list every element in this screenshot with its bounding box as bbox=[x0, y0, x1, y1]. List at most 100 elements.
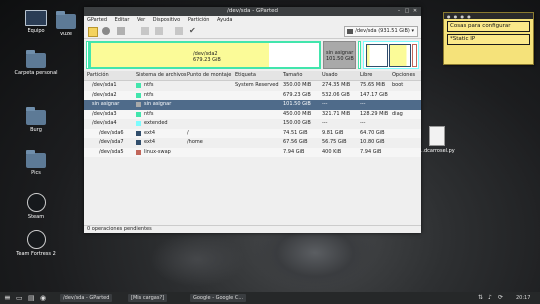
cell-partition: /dev/sda3 bbox=[92, 110, 117, 117]
folder-icon bbox=[56, 11, 76, 29]
volume-icon[interactable]: ♪ bbox=[488, 292, 492, 304]
cell-mountpoint: / bbox=[187, 129, 189, 136]
column-header-mountpoint[interactable]: Punto de montaje bbox=[187, 71, 231, 80]
filesystem-color-swatch bbox=[136, 121, 141, 127]
note-item[interactable]: *Static IP bbox=[447, 34, 530, 45]
map-segment-sda3[interactable] bbox=[358, 41, 361, 69]
apply-icon[interactable]: ✔ bbox=[189, 27, 197, 35]
map-segment-size: 679.23 GiB bbox=[193, 57, 221, 63]
note-item[interactable]: Cosas para configurar bbox=[447, 21, 530, 32]
steam-icon bbox=[26, 193, 46, 212]
taskbar-item-label: [Mis cargas?] bbox=[131, 295, 165, 301]
cell-size: 7.94 GiB bbox=[283, 148, 305, 155]
taskbar-item-downloads[interactable]: [Mis cargas?] bbox=[128, 294, 168, 302]
maximize-icon[interactable]: □ bbox=[403, 7, 411, 16]
new-partition-icon[interactable] bbox=[88, 27, 98, 37]
undo-icon[interactable] bbox=[175, 27, 183, 35]
cell-used: 532.06 GiB bbox=[322, 91, 350, 98]
taskbar-item-label: /dev/sda - GParted bbox=[63, 295, 110, 301]
menu-edit[interactable]: Editar bbox=[115, 17, 130, 23]
desktop-icon-home-folder[interactable]: Carpeta personal bbox=[10, 50, 62, 76]
cell-size: 101.50 GiB bbox=[283, 101, 311, 107]
taskbar: ≡ ▭ ▤ ◉ /dev/sda - GParted [Mis cargas?]… bbox=[0, 292, 540, 304]
minimize-icon[interactable]: – bbox=[395, 7, 403, 16]
filesystem-color-swatch bbox=[136, 111, 141, 117]
menu-partition[interactable]: Partición bbox=[188, 17, 210, 23]
cell-filesystem: ext4 bbox=[144, 139, 156, 145]
table-row[interactable]: /dev/sda3 ntfs 450.00 MiB 321.71 MiB 128… bbox=[84, 109, 421, 119]
desktop-icon-pics[interactable]: Pics bbox=[10, 150, 62, 176]
grip-icon: ● ● ● ● bbox=[447, 14, 472, 19]
cell-partition: /dev/sda5 bbox=[99, 148, 124, 155]
filesystem-color-swatch bbox=[136, 92, 141, 98]
taskbar-item-gparted[interactable]: /dev/sda - GParted bbox=[60, 294, 113, 302]
folder-icon bbox=[26, 150, 46, 168]
menu-view[interactable]: Ver bbox=[137, 17, 145, 23]
paste-icon[interactable] bbox=[155, 27, 163, 35]
window-title: /dev/sda - GParted bbox=[226, 8, 279, 14]
map-segment-sda7[interactable] bbox=[389, 44, 411, 67]
column-header-size[interactable]: Tamaño bbox=[283, 71, 302, 80]
folder-icon bbox=[26, 50, 46, 68]
resize-icon[interactable] bbox=[117, 27, 125, 35]
toolbar: ✔ /dev/sda (931.51 GiB) ▾ bbox=[84, 24, 421, 39]
sticky-note-titlebar[interactable]: ● ● ● ● bbox=[444, 13, 533, 19]
column-header-filesystem[interactable]: Sistema de archivos bbox=[136, 71, 187, 80]
column-header-used[interactable]: Usado bbox=[322, 71, 338, 80]
network-icon[interactable]: ⇅ bbox=[478, 292, 483, 304]
device-selector[interactable]: /dev/sda (931.51 GiB) ▾ bbox=[344, 26, 418, 37]
menu-gparted[interactable]: GParted bbox=[87, 17, 107, 23]
sticky-note-widget[interactable]: ● ● ● ● Cosas para configurar *Static IP bbox=[443, 12, 534, 65]
window-titlebar[interactable]: /dev/sda - GParted – □ ✕ bbox=[84, 7, 421, 16]
map-segment-sda2[interactable]: /dev/sda2 679.23 GiB bbox=[89, 41, 321, 69]
table-row[interactable]: /dev/sda7 ext4 /home 67.56 GiB 56.75 GiB… bbox=[84, 138, 421, 148]
table-row[interactable]: /dev/sda4 extended 150.00 GiB --- --- bbox=[84, 119, 421, 129]
menu-help[interactable]: Ayuda bbox=[217, 17, 232, 23]
show-desktop-icon[interactable]: ▭ bbox=[16, 292, 23, 304]
cell-free: --- bbox=[360, 120, 366, 126]
partition-map: /dev/sda2 679.23 GiB sin asignar 101.50 … bbox=[86, 41, 419, 69]
cell-size: 74.51 GiB bbox=[283, 129, 308, 136]
table-row[interactable]: /dev/sda1 ntfs System Reserved 350.00 Mi… bbox=[84, 81, 421, 91]
cell-partition: /dev/sda7 bbox=[99, 139, 124, 145]
table-row-selected[interactable]: sin asignar sin asignar 101.50 GiB --- -… bbox=[84, 100, 421, 110]
map-segment-sda5[interactable] bbox=[412, 44, 417, 67]
browser-icon[interactable]: ◉ bbox=[40, 292, 46, 304]
table-row[interactable]: /dev/sda6 ext4 / 74.51 GiB 9.81 GiB 64.7… bbox=[84, 128, 421, 138]
desktop-icon-label: Team Fortress 2 bbox=[16, 251, 56, 257]
cell-size: 350.00 MiB bbox=[283, 82, 312, 88]
desktop-icon-label: ...dcarrosel.py bbox=[419, 148, 455, 154]
map-segment-sda6[interactable] bbox=[366, 44, 388, 67]
map-segment-extended[interactable] bbox=[363, 41, 419, 69]
table-row[interactable]: /dev/sda5 linux-swap 7.94 GiB 400 KiB 7.… bbox=[84, 147, 421, 157]
desktop-icon-label: vuze bbox=[60, 31, 72, 37]
menu-device[interactable]: Dispositivo bbox=[153, 17, 180, 23]
clock[interactable]: 20:17 bbox=[516, 292, 530, 304]
cell-used: 56.75 GiB bbox=[322, 139, 347, 145]
column-header-free[interactable]: Libre bbox=[360, 71, 372, 80]
file-manager-icon[interactable]: ▤ bbox=[28, 292, 35, 304]
update-icon[interactable]: ⟳ bbox=[498, 292, 503, 304]
map-segment-unallocated[interactable]: sin asignar 101.50 GiB bbox=[323, 41, 356, 69]
desktop-icon-burg[interactable]: Burg bbox=[10, 107, 62, 133]
column-header-flags[interactable]: Opciones bbox=[392, 71, 415, 80]
table-row[interactable]: /dev/sda2 ntfs 679.23 GiB 532.06 GiB 147… bbox=[84, 90, 421, 100]
cell-filesystem: linux-swap bbox=[144, 148, 171, 155]
cell-used: 400 KiB bbox=[322, 148, 342, 155]
copy-icon[interactable] bbox=[141, 27, 149, 35]
column-header-label[interactable]: Etiqueta bbox=[235, 71, 256, 80]
column-header-partition[interactable]: Partición bbox=[87, 71, 109, 80]
app-menu-icon[interactable]: ≡ bbox=[4, 292, 11, 304]
desktop-icon-steam[interactable]: Steam bbox=[10, 193, 62, 220]
cell-flags: diag bbox=[392, 110, 403, 117]
close-icon[interactable]: ✕ bbox=[411, 7, 419, 16]
cell-filesystem: ntfs bbox=[144, 91, 154, 98]
cell-partition: sin asignar bbox=[92, 101, 120, 107]
device-selector-label: /dev/sda (931.51 GiB) bbox=[355, 28, 410, 34]
python-file-icon bbox=[429, 126, 445, 146]
filesystem-color-swatch bbox=[136, 102, 141, 108]
wallpaper-figure-secondary bbox=[150, 232, 245, 287]
desktop-icon-team-fortress-2[interactable]: Team Fortress 2 bbox=[10, 230, 62, 257]
taskbar-item-browser[interactable]: Google - Google C... bbox=[190, 294, 247, 302]
delete-icon[interactable] bbox=[102, 27, 110, 35]
